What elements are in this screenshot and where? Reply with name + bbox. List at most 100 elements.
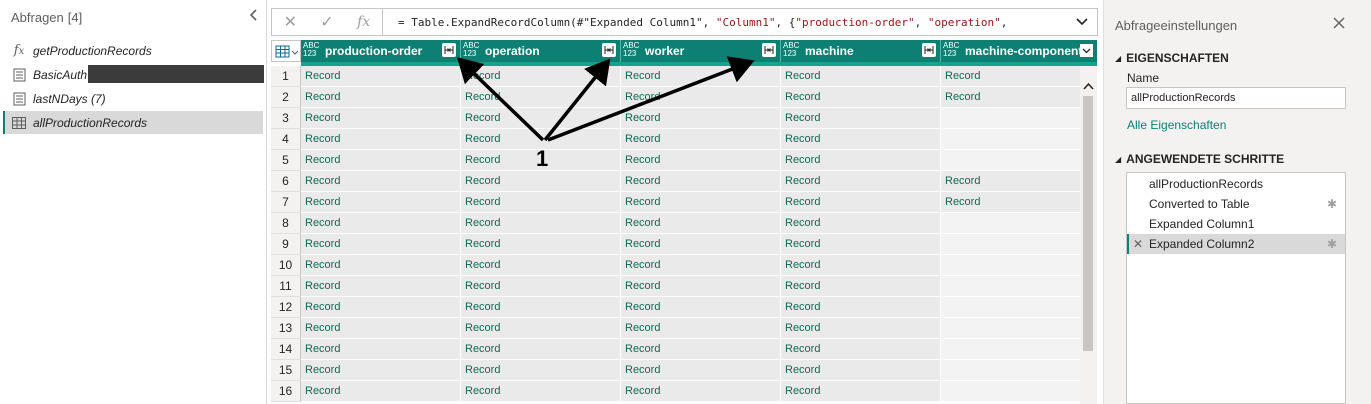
commit-icon[interactable]: ✓ [309, 12, 346, 32]
table-cell[interactable]: Record [781, 276, 941, 297]
row-number[interactable]: 5 [271, 150, 301, 171]
row-number[interactable]: 1 [271, 66, 301, 87]
row-number[interactable]: 9 [271, 234, 301, 255]
table-cell[interactable]: Record [781, 192, 941, 213]
expand-column-icon[interactable] [922, 43, 936, 57]
close-icon[interactable] [1332, 16, 1346, 30]
table-cell[interactable]: Record [461, 339, 621, 360]
table-cell[interactable]: Record [621, 234, 781, 255]
expand-column-icon[interactable] [602, 43, 616, 57]
table-cell[interactable]: Record [461, 276, 621, 297]
table-cell[interactable]: Record [781, 360, 941, 381]
row-number[interactable]: 4 [271, 129, 301, 150]
column-header-machine[interactable]: ABC 123 machine [781, 40, 941, 62]
table-cell[interactable]: Record [781, 129, 941, 150]
row-number[interactable]: 7 [271, 192, 301, 213]
column-header-machine-component[interactable]: ABC 123 machine-component [941, 40, 1097, 62]
table-cell[interactable]: Record [301, 297, 461, 318]
gear-icon[interactable]: ✱ [1327, 234, 1337, 254]
query-item-getproductionrecords[interactable]: fx getProductionRecords [3, 39, 263, 62]
row-number[interactable]: 11 [271, 276, 301, 297]
table-cell[interactable]: Record [301, 381, 461, 402]
table-cell[interactable]: Record [461, 87, 621, 108]
table-cell[interactable]: Record [781, 318, 941, 339]
table-cell[interactable]: Record [301, 87, 461, 108]
table-cell[interactable]: Record [621, 297, 781, 318]
properties-section-header[interactable]: ◢ EIGENSCHAFTEN [1115, 51, 1229, 65]
table-cell[interactable]: Record [621, 171, 781, 192]
table-cell[interactable]: Record [781, 297, 941, 318]
table-cell[interactable]: Record [621, 339, 781, 360]
table-cell[interactable]: Record [621, 150, 781, 171]
filter-dropdown-icon[interactable] [1080, 44, 1093, 57]
table-cell[interactable] [941, 213, 1081, 234]
table-cell[interactable]: Record [621, 192, 781, 213]
table-cell[interactable] [941, 129, 1081, 150]
table-cell[interactable] [941, 297, 1081, 318]
collapse-pane-icon[interactable] [248, 8, 260, 22]
table-cell[interactable]: Record [621, 108, 781, 129]
table-menu-button[interactable] [271, 40, 301, 62]
table-cell[interactable] [941, 360, 1081, 381]
query-item-lastndays[interactable]: lastNDays (7) [3, 87, 263, 110]
table-cell[interactable] [941, 339, 1081, 360]
table-cell[interactable]: Record [301, 150, 461, 171]
delete-step-icon[interactable]: ✕ [1133, 234, 1143, 254]
column-header-operation[interactable]: ABC 123 operation [461, 40, 621, 62]
table-cell[interactable]: Record [621, 255, 781, 276]
column-header-production-order[interactable]: ABC 123 production-order [301, 40, 461, 62]
table-cell[interactable]: Record [621, 213, 781, 234]
table-cell[interactable]: Record [301, 66, 461, 87]
table-cell[interactable]: Record [301, 108, 461, 129]
row-number[interactable]: 13 [271, 318, 301, 339]
table-cell[interactable]: Record [941, 87, 1081, 108]
column-header-worker[interactable]: ABC 123 worker [621, 40, 781, 62]
table-cell[interactable]: Record [301, 213, 461, 234]
table-cell[interactable]: Record [781, 213, 941, 234]
table-cell[interactable]: Record [621, 276, 781, 297]
table-cell[interactable]: Record [621, 87, 781, 108]
table-cell[interactable]: Record [301, 255, 461, 276]
table-cell[interactable] [941, 234, 1081, 255]
table-cell[interactable]: Record [461, 255, 621, 276]
table-cell[interactable]: Record [461, 213, 621, 234]
table-cell[interactable]: Record [461, 234, 621, 255]
fx-icon[interactable]: fx [345, 14, 382, 30]
all-properties-link[interactable]: Alle Eigenschaften [1127, 118, 1226, 132]
table-cell[interactable]: Record [781, 87, 941, 108]
table-cell[interactable]: Record [301, 339, 461, 360]
row-number[interactable]: 16 [271, 381, 301, 402]
row-number[interactable]: 6 [271, 171, 301, 192]
expand-column-icon[interactable] [762, 43, 776, 57]
table-cell[interactable]: Record [461, 108, 621, 129]
table-cell[interactable]: Record [301, 234, 461, 255]
table-cell[interactable] [941, 255, 1081, 276]
table-cell[interactable]: Record [301, 192, 461, 213]
table-cell[interactable]: Record [621, 66, 781, 87]
expand-column-icon[interactable] [442, 43, 456, 57]
table-cell[interactable]: Record [301, 129, 461, 150]
table-cell[interactable]: Record [781, 381, 941, 402]
table-cell[interactable]: Record [461, 297, 621, 318]
scroll-up-icon[interactable] [1083, 82, 1094, 90]
table-cell[interactable]: Record [781, 108, 941, 129]
table-cell[interactable]: Record [781, 234, 941, 255]
row-number[interactable]: 12 [271, 297, 301, 318]
table-cell[interactable]: Record [621, 318, 781, 339]
row-number[interactable]: 2 [271, 87, 301, 108]
table-cell[interactable]: Record [621, 129, 781, 150]
table-cell[interactable]: Record [781, 255, 941, 276]
row-number[interactable]: 3 [271, 108, 301, 129]
chevron-down-icon[interactable] [1075, 14, 1089, 28]
table-cell[interactable]: Record [461, 192, 621, 213]
table-cell[interactable] [941, 108, 1081, 129]
row-number[interactable]: 15 [271, 360, 301, 381]
scroll-thumb[interactable] [1083, 96, 1093, 351]
table-cell[interactable]: Record [301, 171, 461, 192]
table-cell[interactable]: Record [781, 339, 941, 360]
applied-step-selected[interactable]: ✕ Expanded Column2 ✱ [1127, 234, 1345, 254]
formula-input[interactable]: = Table.ExpandRecordColumn(#"Expanded Co… [398, 16, 1007, 29]
row-number[interactable]: 14 [271, 339, 301, 360]
table-cell[interactable] [941, 276, 1081, 297]
row-number[interactable]: 8 [271, 213, 301, 234]
